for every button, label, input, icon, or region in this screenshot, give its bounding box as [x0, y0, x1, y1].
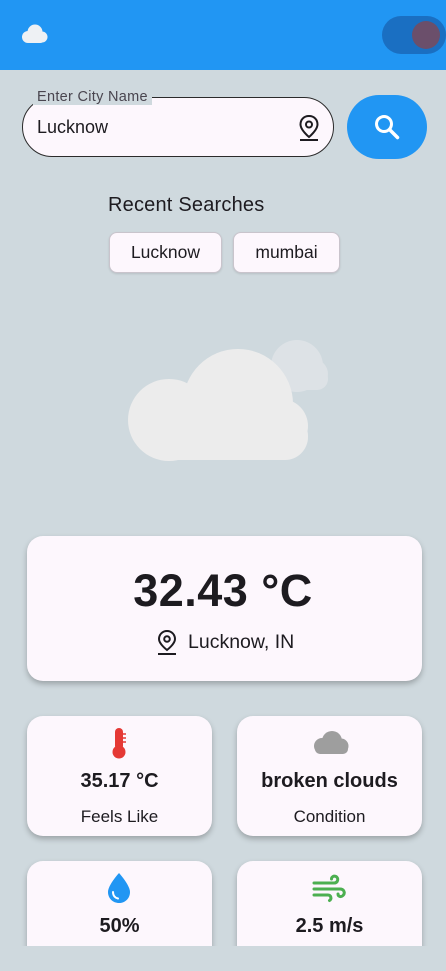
weather-cloud-icon — [128, 340, 328, 461]
condition-value: broken clouds — [261, 770, 398, 792]
city-field-label: Enter City Name — [33, 89, 152, 105]
recent-chip-mumbai[interactable]: mumbai — [233, 232, 340, 273]
humidity-value: 50% — [99, 915, 140, 937]
feels-like-card: 35.17 °C Feels Like — [27, 716, 212, 836]
location-pin-icon[interactable] — [297, 114, 321, 142]
location-pin-icon — [157, 629, 177, 655]
recent-chip-lucknow[interactable]: Lucknow — [109, 232, 222, 273]
scroll-edge — [0, 946, 446, 971]
cloud-icon — [22, 24, 48, 43]
cloud-icon — [314, 731, 349, 754]
app-bar — [0, 0, 446, 70]
recent-searches-title: Recent Searches — [108, 194, 265, 216]
location-name: Lucknow, IN — [188, 630, 295, 653]
thermometer-icon — [112, 728, 126, 759]
theme-toggle[interactable] — [382, 16, 446, 54]
city-input[interactable] — [37, 113, 277, 141]
feels-like-label: Feels Like — [80, 807, 159, 826]
wind-value: 2.5 m/s — [295, 915, 364, 937]
condition-card: broken clouds Condition — [237, 716, 422, 836]
feels-like-value: 35.17 °C — [80, 770, 159, 792]
search-button[interactable] — [347, 95, 427, 159]
location-row: Lucknow, IN — [156, 628, 294, 656]
wind-icon — [312, 874, 346, 902]
search-icon — [375, 115, 400, 140]
theme-toggle-knob — [412, 21, 440, 49]
condition-label: Condition — [293, 807, 366, 826]
temperature-value: 32.43 °C — [133, 565, 313, 616]
water-drop-icon — [108, 873, 130, 903]
